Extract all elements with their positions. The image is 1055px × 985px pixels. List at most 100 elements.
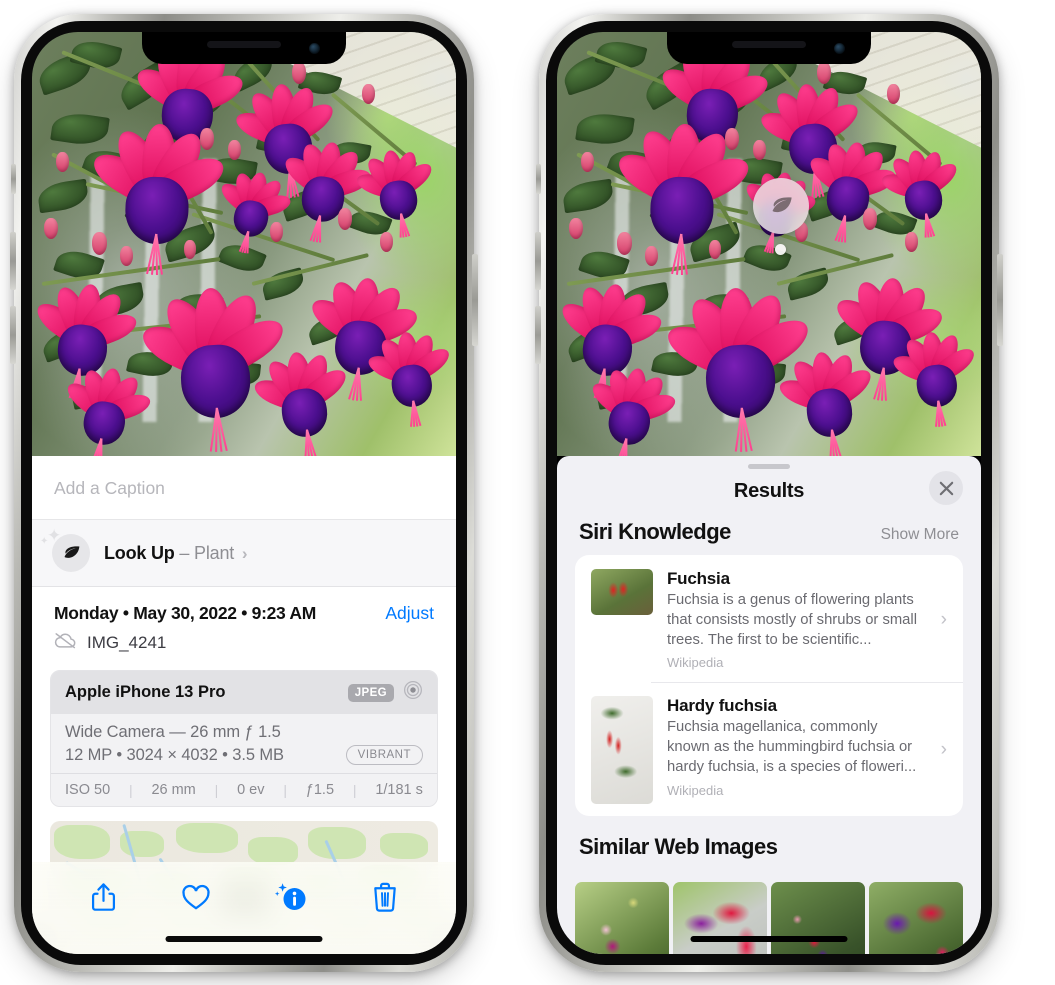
iphone-left: ✦ ✦ Look Up – Plant › Monday • May 30 <box>10 14 478 972</box>
mute-switch[interactable] <box>536 164 541 194</box>
caption-input[interactable] <box>54 478 434 499</box>
fuchsia-bloom <box>354 146 437 238</box>
exif-divider: | <box>283 782 287 798</box>
fuchsia-bloom <box>62 363 154 456</box>
section-title: Similar Web Images <box>579 834 778 860</box>
fuchsia-bloom <box>87 122 230 276</box>
flower-bud <box>380 232 393 252</box>
flower-bud <box>270 222 283 242</box>
section-title: Siri Knowledge <box>579 519 731 544</box>
earpiece-speaker <box>732 41 806 48</box>
iphone-right: Results Siri Knowledge Show More Fuchsia… <box>535 14 1003 972</box>
web-image-thumbnail[interactable] <box>673 882 767 954</box>
notch <box>142 32 346 64</box>
flower-bud <box>92 232 107 255</box>
look-up-subject: Plant <box>194 542 235 563</box>
map-greenspace <box>380 833 428 859</box>
volume-up-button[interactable] <box>10 232 16 290</box>
result-thumbnail <box>591 696 653 805</box>
fuchsia-bloom <box>805 137 899 243</box>
flower-bud <box>56 152 69 172</box>
web-image-thumbnail[interactable] <box>771 882 865 954</box>
exif-card[interactable]: Apple iPhone 13 Pro JPEG Wide Camera — 2… <box>50 670 438 807</box>
sparkle-small-icon: ✦ <box>40 536 49 547</box>
exif-divider: | <box>352 782 357 798</box>
exif-body: Wide Camera — 26 mm ƒ 1.5 12 MP • 3024 ×… <box>51 714 437 773</box>
share-button[interactable] <box>90 882 117 913</box>
sparkle-icon: ✦ <box>47 526 62 545</box>
lens-info: Wide Camera — 26 mm ƒ 1.5 <box>65 723 281 741</box>
siri-knowledge-header: Siri Knowledge Show More <box>557 519 981 555</box>
photo-fuchsia[interactable] <box>557 32 981 456</box>
look-up-dash: – <box>179 542 190 563</box>
fuchsia-bloom <box>587 363 679 456</box>
photo-date: Monday • May 30, 2022 • 9:23 AM <box>54 603 316 623</box>
show-more-button[interactable]: Show More <box>881 526 959 544</box>
resolution-info: 12 MP • 3024 × 4032 • 3.5 MB <box>65 745 284 764</box>
photo-fuchsia[interactable] <box>32 32 456 456</box>
exif-shutter: 1/181 s <box>375 782 423 798</box>
list-item[interactable]: Fuchsia Fuchsia is a genus of flowering … <box>575 555 963 682</box>
result-source: Wikipedia <box>667 655 724 671</box>
exif-aperture: ƒ1.5 <box>305 782 335 798</box>
siri-knowledge-card: Fuchsia Fuchsia is a genus of flowering … <box>575 555 963 817</box>
leaf-icon: ✦ ✦ <box>40 527 90 572</box>
chevron-right-icon: › <box>241 543 248 563</box>
volume-up-button[interactable] <box>535 232 541 290</box>
info-button[interactable] <box>274 881 308 913</box>
home-indicator[interactable] <box>165 936 323 942</box>
flower-bud <box>362 84 375 104</box>
look-up-row[interactable]: ✦ ✦ Look Up – Plant › <box>32 520 456 587</box>
volume-down-button[interactable] <box>10 306 16 364</box>
list-item[interactable]: Hardy fuchsia Fuchsia magellanica, commo… <box>575 682 963 816</box>
flower-bud <box>44 218 58 239</box>
screenshot-root: ✦ ✦ Look Up – Plant › Monday • May 30 <box>0 0 1055 985</box>
flower-bud <box>292 62 306 84</box>
power-button[interactable] <box>997 254 1003 346</box>
exif-focal: 26 mm <box>151 782 196 798</box>
flower-bud <box>338 208 352 230</box>
visual-lookup-anchor-dot <box>775 244 786 255</box>
chevron-right-icon: › <box>940 608 947 630</box>
fuchsia-bloom <box>879 146 962 238</box>
format-badge: JPEG <box>347 683 394 702</box>
mute-switch[interactable] <box>11 164 16 194</box>
volume-down-button[interactable] <box>535 306 541 364</box>
result-title: Fuchsia <box>667 569 730 588</box>
map-greenspace <box>54 825 110 859</box>
front-camera-icon <box>309 43 320 54</box>
fuchsia-bloom <box>251 348 352 456</box>
favorite-button[interactable] <box>181 884 211 911</box>
flower-bud <box>581 152 594 172</box>
delete-button[interactable] <box>372 882 398 912</box>
file-row: IMG_4241 <box>32 626 456 668</box>
results-sheet: Results Siri Knowledge Show More Fuchsia… <box>557 456 981 954</box>
close-button[interactable] <box>929 471 963 505</box>
result-title: Hardy fuchsia <box>667 696 777 716</box>
aperture-icon <box>403 680 423 705</box>
exif-stats: ISO 50 | 26 mm | 0 ev | ƒ1.5 | 1/181 s <box>51 773 437 806</box>
notch <box>667 32 871 64</box>
adjust-button[interactable]: Adjust <box>385 603 434 624</box>
look-up-title: Look Up <box>104 542 175 563</box>
flower-bud <box>905 232 918 252</box>
fuchsia-bloom <box>136 285 291 452</box>
flower-bud <box>184 240 196 259</box>
flower-bud <box>887 84 900 104</box>
results-header: Results <box>557 469 981 519</box>
fuchsia-bloom <box>365 329 454 427</box>
exif-divider: | <box>128 782 133 798</box>
fuchsia-bloom <box>280 137 374 243</box>
flower-bud <box>709 240 721 259</box>
flower-bud <box>120 246 133 266</box>
flower-bud <box>817 62 831 84</box>
map-greenspace <box>176 823 238 853</box>
web-image-thumbnail[interactable] <box>869 882 963 954</box>
exif-exposure: 0 ev <box>237 782 265 798</box>
caption-row[interactable] <box>32 456 456 520</box>
home-indicator[interactable] <box>690 936 848 942</box>
fuchsia-bloom <box>776 348 877 456</box>
visual-lookup-badge[interactable] <box>753 178 809 234</box>
web-image-thumbnail[interactable] <box>575 882 669 954</box>
power-button[interactable] <box>472 254 478 346</box>
